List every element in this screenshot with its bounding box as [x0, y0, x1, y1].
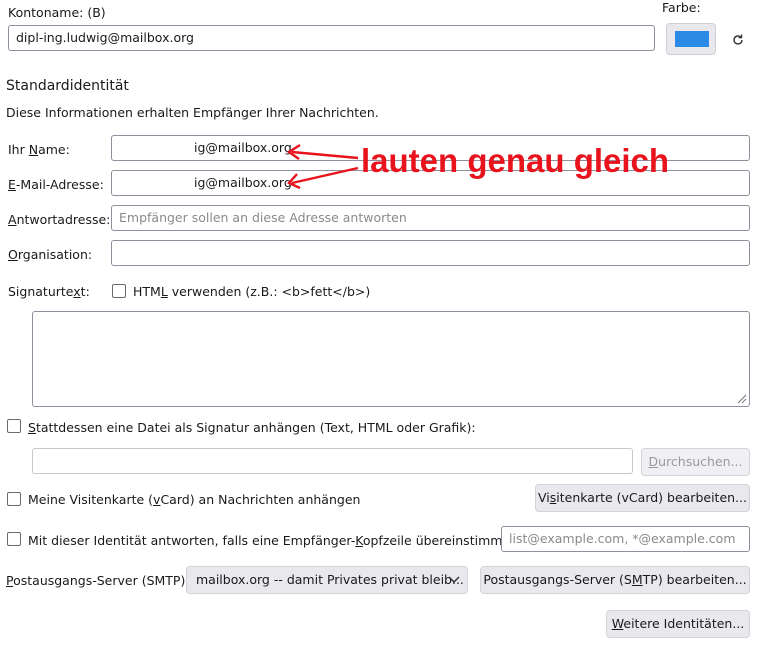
- more-identities-button[interactable]: Weitere Identitäten...: [606, 610, 750, 638]
- vcard-checkbox[interactable]: [7, 492, 21, 506]
- reply-to-label: Antwortadresse:: [8, 212, 111, 227]
- smtp-label: Postausgangs-Server (SMTP):: [6, 573, 190, 588]
- signature-label: Signaturtext:: [8, 284, 90, 299]
- edit-smtp-button[interactable]: Postausgangs-Server (SMTP) bearbeiten...: [480, 566, 750, 594]
- vcard-label[interactable]: Meine Visitenkarte (vCard) an Nachrichte…: [28, 492, 360, 507]
- organisation-label: Organisation:: [8, 247, 93, 262]
- account-name-input[interactable]: dipl-ing.ludwig@mailbox.org: [8, 25, 655, 51]
- color-label: Farbe:: [662, 0, 701, 15]
- reply-to-input[interactable]: Empfänger sollen an diese Adresse antwor…: [111, 205, 750, 231]
- attach-file-label[interactable]: Stattdessen eine Datei als Signatur anhä…: [28, 420, 476, 435]
- annotation-arrows: [286, 143, 359, 190]
- reply-match-checkbox[interactable]: [7, 532, 21, 546]
- section-description: Diese Informationen erhalten Empfänger I…: [6, 105, 379, 120]
- signature-file-input[interactable]: [32, 448, 633, 474]
- annotation-text: lauten genau gleich: [361, 142, 670, 179]
- signature-textarea[interactable]: [32, 311, 750, 407]
- email-label: E-Mail-Adresse:: [8, 177, 104, 192]
- resize-handle-icon[interactable]: [735, 392, 747, 404]
- name-label: Ihr Name:: [8, 142, 70, 157]
- section-title: Standardidentität: [6, 78, 129, 94]
- edit-vcard-button[interactable]: Visitenkarte (vCard) bearbeiten...: [535, 484, 750, 512]
- html-checkbox[interactable]: [112, 284, 126, 298]
- html-checkbox-label[interactable]: HTML verwenden (z.B.: <b>fett</b>): [133, 284, 370, 299]
- smtp-select[interactable]: mailbox.org -- damit Privates privat ble…: [186, 566, 468, 594]
- color-swatch: [675, 31, 709, 47]
- color-picker-button[interactable]: [666, 23, 716, 55]
- account-name-label: Kontoname: (B): [8, 5, 106, 20]
- organisation-input[interactable]: [111, 240, 750, 266]
- chevron-down-icon: [448, 576, 460, 584]
- reply-match-input[interactable]: list@example.com, *@example.com: [501, 526, 750, 552]
- reset-icon[interactable]: [730, 32, 746, 48]
- reply-match-label[interactable]: Mit dieser Identität antworten, falls ei…: [28, 533, 536, 548]
- attach-file-checkbox[interactable]: [7, 419, 21, 433]
- browse-button[interactable]: Durchsuchen...: [641, 448, 750, 476]
